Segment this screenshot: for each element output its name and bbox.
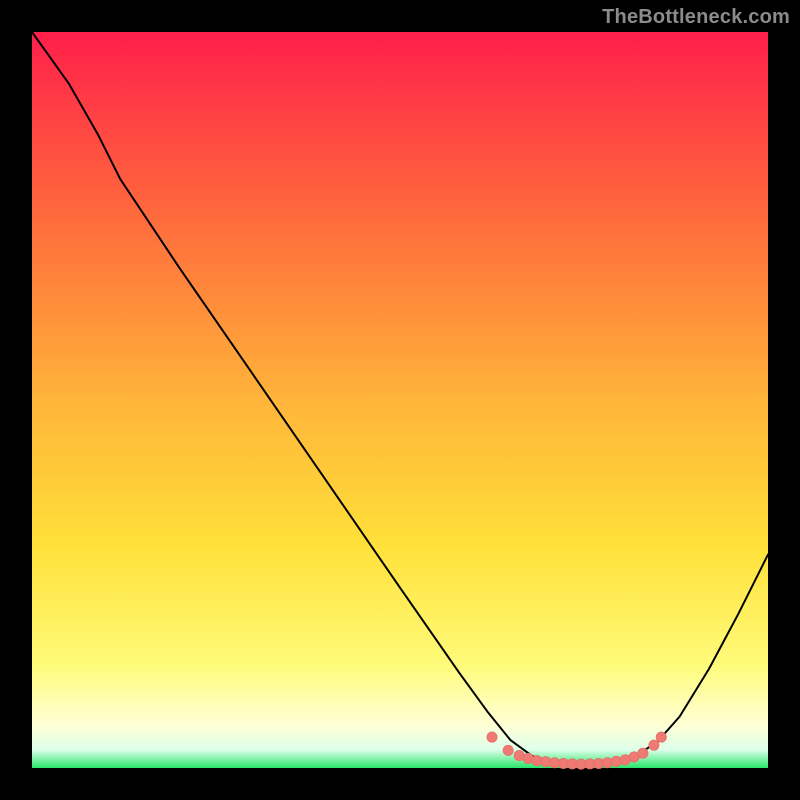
chart-container: TheBottleneck.com bbox=[0, 0, 800, 800]
plot-background bbox=[32, 32, 768, 768]
min-marker bbox=[487, 732, 497, 742]
min-marker bbox=[503, 745, 513, 755]
min-marker bbox=[649, 740, 659, 750]
watermark-label: TheBottleneck.com bbox=[602, 6, 790, 29]
min-marker bbox=[638, 748, 648, 758]
min-marker bbox=[656, 732, 666, 742]
bottleneck-chart bbox=[0, 0, 800, 800]
